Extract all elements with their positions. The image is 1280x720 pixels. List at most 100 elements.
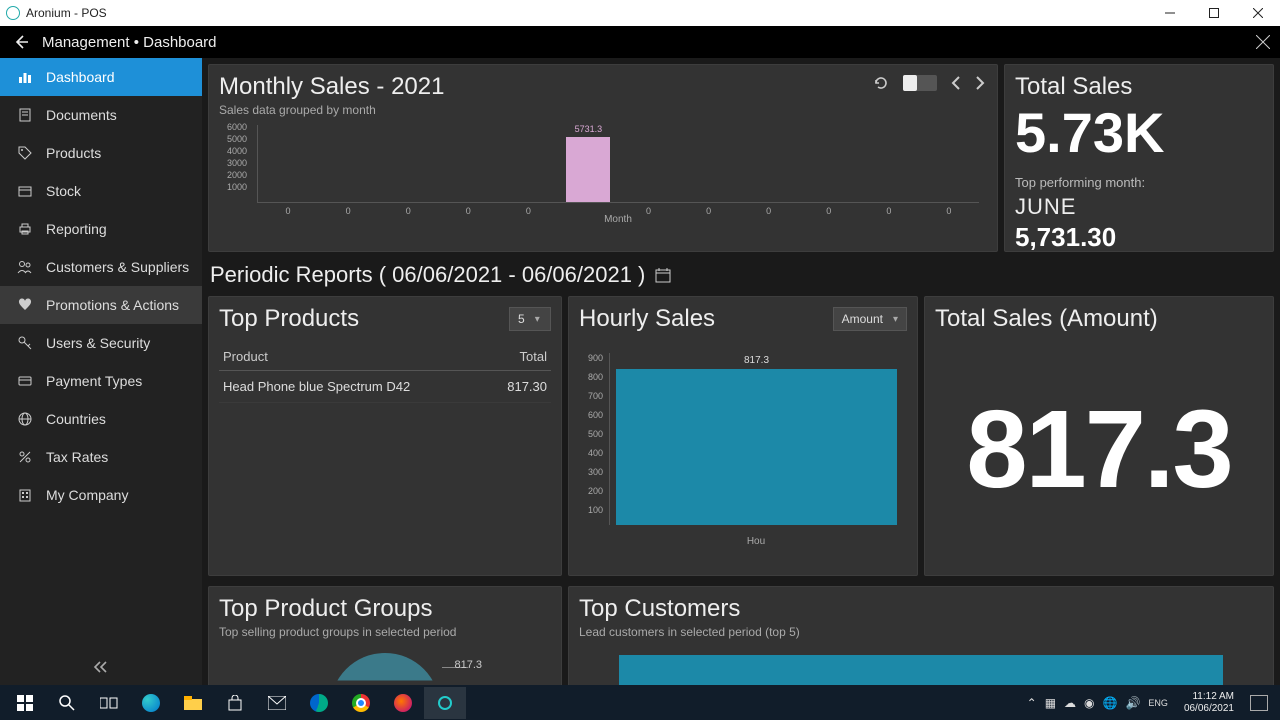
sidebar-item-promotions[interactable]: Promotions & Actions (0, 286, 202, 324)
tag-icon (14, 146, 36, 160)
task-view-button[interactable] (88, 687, 130, 719)
top-month-name: JUNE (1015, 194, 1263, 220)
sidebar-item-payment[interactable]: Payment Types (0, 362, 202, 400)
monthly-bar-chart: 600050004000300020001000 000005731.30000… (249, 121, 987, 221)
table-row[interactable]: Head Phone blue Spectrum D42 817.30 (219, 371, 551, 403)
dropdown-value: Amount (842, 312, 883, 326)
product-name: Head Phone blue Spectrum D42 (223, 379, 467, 394)
language-icon[interactable]: ENG (1148, 698, 1168, 708)
sidebar-item-label: Documents (46, 107, 117, 123)
top-products-count-dropdown[interactable]: 5 ▾ (509, 307, 551, 331)
tray-chevron-icon[interactable]: ⌃ (1027, 696, 1037, 710)
sidebar-item-stock[interactable]: Stock (0, 172, 202, 210)
collapse-sidebar-button[interactable] (0, 649, 202, 685)
sidebar-item-label: Products (46, 145, 101, 161)
sidebar-item-tax[interactable]: Tax Rates (0, 438, 202, 476)
notifications-button[interactable] (1250, 695, 1268, 711)
top-month-value: 5,731.30 (1015, 222, 1263, 253)
globe-icon (14, 412, 36, 426)
store-icon[interactable] (214, 687, 256, 719)
product-total: 817.30 (467, 379, 547, 394)
top-customers-title: Top Customers (579, 595, 1263, 623)
breadcrumb: Management • Dashboard (42, 34, 217, 51)
hourly-bar-label: 817.3 (616, 355, 897, 366)
periodic-title: Periodic Reports ( 06/06/2021 - 06/06/20… (210, 262, 645, 288)
refresh-button[interactable] (873, 75, 889, 91)
sidebar-item-label: Promotions & Actions (46, 297, 179, 313)
start-button[interactable] (4, 687, 46, 719)
chevron-down-icon: ▾ (535, 314, 540, 325)
top-product-groups-panel: Top Product Groups Top selling product g… (208, 586, 562, 685)
sidebar-item-label: Reporting (46, 221, 107, 237)
sidebar-item-countries[interactable]: Countries (0, 400, 202, 438)
sidebar-item-label: Customers & Suppliers (46, 259, 189, 275)
explorer-icon[interactable] (172, 687, 214, 719)
volume-icon[interactable]: 🔊 (1125, 696, 1140, 710)
top-products-table: Product Total Head Phone blue Spectrum D… (219, 343, 551, 403)
mail-icon[interactable] (256, 687, 298, 719)
top-groups-title: Top Product Groups (219, 595, 551, 623)
monthly-title: Monthly Sales - 2021 (219, 73, 987, 101)
search-button[interactable] (46, 687, 88, 719)
network-icon[interactable]: 🌐 (1103, 696, 1118, 710)
system-tray: ⌃ ▦ ☁ ◉ 🌐 🔊 ENG 11:12 AM 06/06/2021 (1027, 691, 1276, 715)
pie-label: 817.3 (454, 659, 482, 671)
tray-app-icon[interactable]: ▦ (1045, 696, 1056, 710)
taskbar-clock[interactable]: 11:12 AM 06/06/2021 (1184, 691, 1234, 715)
sidebar-item-label: Tax Rates (46, 449, 108, 465)
sidebar-item-customers[interactable]: Customers & Suppliers (0, 248, 202, 286)
monthly-bar-slot: 5731.3 (558, 137, 618, 202)
onedrive-icon[interactable]: ☁ (1064, 696, 1076, 710)
back-button[interactable] (10, 34, 32, 50)
total-amount-title: Total Sales (Amount) (935, 305, 1263, 333)
chrome-icon[interactable] (340, 687, 382, 719)
meet-now-icon[interactable]: ◉ (1084, 696, 1094, 710)
clock-date: 06/06/2021 (1184, 703, 1234, 715)
close-button[interactable] (1236, 0, 1280, 26)
monthly-y-axis: 600050004000300020001000 (221, 121, 247, 193)
close-view-button[interactable] (1256, 35, 1270, 49)
hourly-y-axis: 900800700600500400300200100 (579, 349, 603, 520)
hourly-bar-chart: 900800700600500400300200100 817.3 Hou (605, 349, 907, 549)
sidebar-item-reporting[interactable]: Reporting (0, 210, 202, 248)
sidebar-item-label: Users & Security (46, 335, 150, 351)
prev-button[interactable] (951, 76, 961, 90)
total-sales-title: Total Sales (1015, 73, 1263, 101)
minimize-button[interactable] (1148, 0, 1192, 26)
bar-chart-icon (14, 70, 36, 84)
edge-icon[interactable] (130, 687, 172, 719)
col-total: Total (467, 349, 547, 364)
next-button[interactable] (975, 76, 985, 90)
sidebar-item-label: Stock (46, 183, 81, 199)
top-customers-panel: Top Customers Lead customers in selected… (568, 586, 1274, 685)
printer-icon (14, 222, 36, 236)
sidebar-item-documents[interactable]: Documents (0, 96, 202, 134)
hourly-bar: 817.3 (616, 369, 897, 525)
sidebar-item-products[interactable]: Products (0, 134, 202, 172)
top-customers-bar (619, 655, 1223, 685)
hourly-metric-dropdown[interactable]: Amount ▾ (833, 307, 907, 331)
top-month-label: Top performing month: (1015, 175, 1263, 190)
firefox-icon[interactable] (382, 687, 424, 719)
app-icon (6, 6, 20, 20)
window-title: Aronium - POS (26, 6, 1148, 20)
sidebar-item-company[interactable]: My Company (0, 476, 202, 514)
top-products-title: Top Products (219, 305, 359, 333)
dropdown-value: 5 (518, 312, 525, 326)
monthly-subtitle: Sales data grouped by month (219, 103, 987, 117)
sidebar-item-users[interactable]: Users & Security (0, 324, 202, 362)
calendar-icon[interactable] (655, 267, 671, 283)
top-customers-subtitle: Lead customers in selected period (top 5… (579, 625, 1263, 639)
chart-type-toggle[interactable] (903, 75, 937, 91)
total-amount-panel: Total Sales (Amount) 817.3 (924, 296, 1274, 576)
aronium-icon[interactable] (424, 687, 466, 719)
maximize-button[interactable] (1192, 0, 1236, 26)
edge-chromium-icon[interactable] (298, 687, 340, 719)
top-groups-pie: 817.3 (330, 653, 440, 685)
sidebar-item-dashboard[interactable]: Dashboard (0, 58, 202, 96)
monthly-sales-panel: Monthly Sales - 2021 Sales data grouped … (208, 64, 998, 252)
top-products-panel: Top Products 5 ▾ Product Total Head Phon… (208, 296, 562, 576)
box-icon (14, 184, 36, 198)
hourly-sales-panel: Hourly Sales Amount ▾ 900800700600500400… (568, 296, 918, 576)
toolbar: Management • Dashboard (0, 26, 1280, 58)
